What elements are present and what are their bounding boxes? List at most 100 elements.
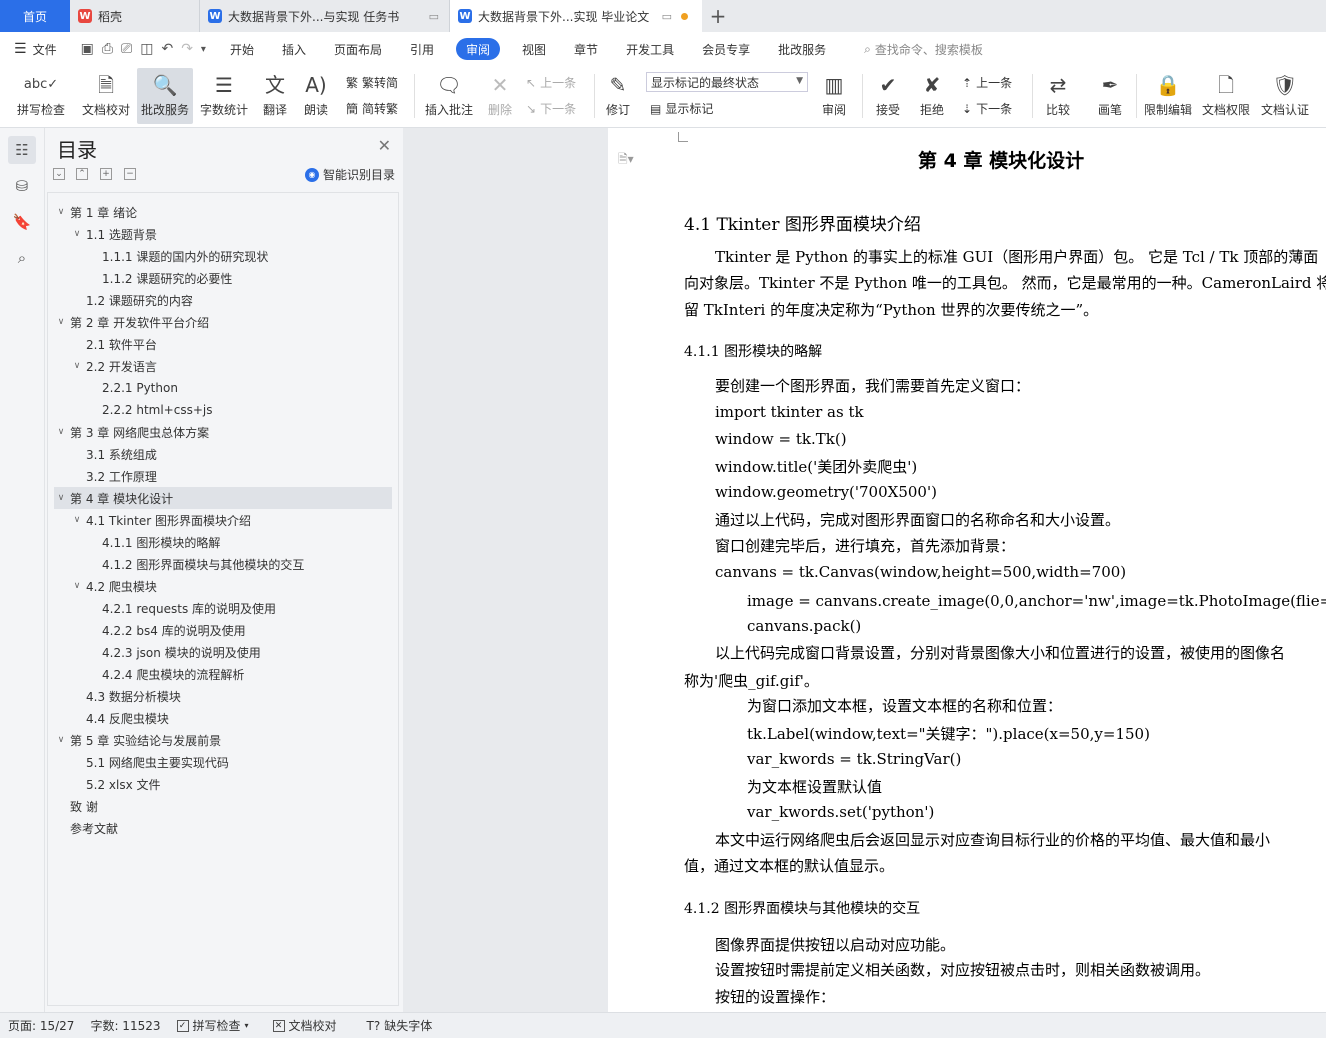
doc-options-icon[interactable]: 🗎▾ bbox=[618, 150, 634, 171]
smart-toc-button[interactable]: ◉ 智能识别目录 bbox=[304, 166, 395, 183]
remove-level-icon[interactable]: − bbox=[124, 168, 136, 180]
toc-item[interactable]: 1.2 课题研究的内容 bbox=[54, 289, 392, 311]
add-level-icon[interactable]: + bbox=[100, 168, 112, 180]
toc-item[interactable]: ∨ 4.2 爬虫模块 bbox=[54, 575, 392, 597]
export-pdf-icon[interactable]: ⎙ bbox=[102, 41, 113, 57]
chevron-down-icon[interactable]: ∨ bbox=[70, 515, 84, 525]
toc-item[interactable]: 参考文献 bbox=[54, 817, 392, 839]
toc-item[interactable]: 3.1 系统组成 bbox=[54, 443, 392, 465]
toc-item[interactable]: 致 谢 bbox=[54, 795, 392, 817]
more-icon[interactable]: ▾ bbox=[201, 44, 206, 55]
toc-item[interactable]: 1.1.2 课题研究的必要性 bbox=[54, 267, 392, 289]
toc-item[interactable]: 3.2 工作原理 bbox=[54, 465, 392, 487]
toc-item[interactable]: 4.2.3 json 模块的说明及使用 bbox=[54, 641, 392, 663]
redo-icon[interactable]: ↷ bbox=[181, 41, 193, 57]
toc-item[interactable]: 4.1.2 图形界面模块与其他模块的交互 bbox=[54, 553, 392, 575]
prev-comment-button[interactable]: ↖ 上一条 bbox=[526, 74, 576, 91]
proofread-button[interactable]: 🗎 文档校对 bbox=[78, 68, 134, 124]
toc-item[interactable]: ∨ 第 5 章 实验结论与发展前景 bbox=[54, 729, 392, 751]
menu-references[interactable]: 引用 bbox=[396, 32, 448, 66]
correction-service-button[interactable]: 🔍 批改服务 bbox=[137, 68, 193, 124]
delete-comment-button[interactable]: ✕ 删除 bbox=[480, 68, 520, 124]
reject-button[interactable]: ✘ 拒绝 bbox=[912, 68, 952, 124]
show-markup-button[interactable]: ▤ 显示标记 bbox=[650, 100, 713, 117]
expand-all-icon[interactable]: ⌄ bbox=[53, 168, 65, 180]
insert-comment-button[interactable]: 🗨 插入批注 bbox=[420, 68, 478, 124]
status-proofread[interactable]: ✕ 文档校对 bbox=[265, 1017, 345, 1034]
simp-to-trad-button[interactable]: 簡简转繁 bbox=[346, 100, 398, 117]
chevron-down-icon[interactable]: ∨ bbox=[70, 581, 84, 591]
command-search[interactable]: ⌕ 查找命令、搜索模板 bbox=[850, 32, 997, 66]
new-tab-button[interactable]: + bbox=[702, 0, 734, 32]
compare-button[interactable]: ⇄ 比较 bbox=[1038, 68, 1078, 124]
chevron-down-icon[interactable]: ∨ bbox=[54, 493, 68, 503]
toc-item[interactable]: 4.1.1 图形模块的略解 bbox=[54, 531, 392, 553]
pen-button[interactable]: ✒ 画笔 bbox=[1090, 68, 1130, 124]
menu-insert[interactable]: 插入 bbox=[268, 32, 320, 66]
collapse-all-icon[interactable]: ⌃ bbox=[76, 168, 88, 180]
doc-permission-button[interactable]: 🗋 文档权限 bbox=[1198, 68, 1254, 124]
bookmark-icon[interactable]: 🔖 bbox=[8, 208, 36, 236]
chevron-down-icon[interactable]: ∨ bbox=[70, 361, 84, 371]
toc-item[interactable]: 4.2.2 bs4 库的说明及使用 bbox=[54, 619, 392, 641]
tab-home[interactable]: 首页 bbox=[0, 0, 70, 32]
tab-thesis-document[interactable]: W 大数据背景下外...实现 毕业论文 ▭ bbox=[450, 0, 702, 32]
next-comment-button[interactable]: ↘ 下一条 bbox=[526, 100, 576, 117]
toc-item[interactable]: ∨ 4.1 Tkinter 图形界面模块介绍 bbox=[54, 509, 392, 531]
menu-chapter[interactable]: 章节 bbox=[560, 32, 612, 66]
toc-item[interactable]: ∨ 第 1 章 绪论 bbox=[54, 201, 392, 223]
toc-item[interactable]: ∨ 第 2 章 开发软件平台介绍 bbox=[54, 311, 392, 333]
toc-item[interactable]: 4.2.4 爬虫模块的流程解析 bbox=[54, 663, 392, 685]
toc-item[interactable]: ∨ 第 4 章 模块化设计 bbox=[54, 487, 392, 509]
toc-item[interactable]: 5.1 网络爬虫主要实现代码 bbox=[54, 751, 392, 773]
toc-item[interactable]: ∨ 2.2 开发语言 bbox=[54, 355, 392, 377]
markup-mode-select[interactable]: 显示标记的最终状态 ▼ bbox=[646, 72, 808, 92]
toc-item[interactable]: 2.2.1 Python bbox=[54, 377, 392, 399]
menu-layout[interactable]: 页面布局 bbox=[320, 32, 396, 66]
menu-start[interactable]: 开始 bbox=[216, 32, 268, 66]
menu-correction-service[interactable]: 批改服务 bbox=[764, 32, 840, 66]
spell-check-button[interactable]: abc✓ 拼写检查 bbox=[10, 68, 72, 124]
menu-member[interactable]: 会员专享 bbox=[688, 32, 764, 66]
review-pane-button[interactable]: ▥ 审阅 bbox=[814, 68, 854, 124]
toc-item[interactable]: 4.4 反爬虫模块 bbox=[54, 707, 392, 729]
menu-view[interactable]: 视图 bbox=[508, 32, 560, 66]
track-changes-button[interactable]: ✎ 修订 bbox=[598, 68, 638, 124]
chevron-down-icon[interactable]: ∨ bbox=[54, 207, 68, 217]
word-count-button[interactable]: ☰ 字数统计 bbox=[196, 68, 252, 124]
chapter-nav-icon[interactable]: ⛁ bbox=[8, 172, 36, 200]
status-missing-font[interactable]: T? 缺失字体 bbox=[359, 1017, 441, 1034]
chevron-down-icon[interactable]: ∨ bbox=[54, 427, 68, 437]
toc-item[interactable]: 2.1 软件平台 bbox=[54, 333, 392, 355]
file-menu[interactable]: ☰ 文件 bbox=[0, 32, 71, 66]
toc-panel-icon[interactable]: ☷ bbox=[8, 136, 36, 164]
menu-developer[interactable]: 开发工具 bbox=[612, 32, 688, 66]
tab-task-document[interactable]: W 大数据背景下外...与实现 任务书 ▭ bbox=[200, 0, 450, 32]
chevron-down-icon[interactable]: ∨ bbox=[70, 229, 84, 239]
toc-item[interactable]: 1.1.1 课题的国内外的研究现状 bbox=[54, 245, 392, 267]
document-page[interactable]: 🗎▾ 第 4 章 模块化设计 4.1 Tkinter 图形界面模块介绍 Tkint… bbox=[608, 128, 1326, 1012]
search-icon[interactable]: ⌕ bbox=[8, 244, 36, 272]
chevron-down-icon[interactable]: ∨ bbox=[54, 317, 68, 327]
trad-to-simp-button[interactable]: 繁繁转简 bbox=[346, 74, 398, 91]
word-count-indicator[interactable]: 字数: 11523 bbox=[82, 1017, 168, 1034]
print-icon[interactable]: ⎚ bbox=[121, 41, 132, 57]
menu-review[interactable]: 审阅 bbox=[456, 38, 501, 60]
read-aloud-button[interactable]: A) 朗读 bbox=[298, 68, 334, 124]
restrict-edit-button[interactable]: 🔒 限制编辑 bbox=[1140, 68, 1196, 124]
undo-icon[interactable]: ↶ bbox=[161, 41, 173, 57]
next-change-button[interactable]: ⇣ 下一条 bbox=[962, 100, 1012, 117]
translate-button[interactable]: 文翻译 bbox=[255, 68, 295, 124]
toc-item[interactable]: 5.2 xlsx 文件 bbox=[54, 773, 392, 795]
doc-cert-button[interactable]: 🛡 文档认证 bbox=[1256, 68, 1314, 124]
toc-item[interactable]: ∨ 1.1 选题背景 bbox=[54, 223, 392, 245]
toc-item[interactable]: ∨ 第 3 章 网络爬虫总体方案 bbox=[54, 421, 392, 443]
accept-button[interactable]: ✔ 接受 bbox=[868, 68, 908, 124]
toc-item[interactable]: 2.2.2 html+css+js bbox=[54, 399, 392, 421]
chevron-down-icon[interactable]: ∨ bbox=[54, 735, 68, 745]
status-spell-check[interactable]: ✓ 拼写检查 ▾ bbox=[169, 1017, 257, 1034]
toc-item[interactable]: 4.2.1 requests 库的说明及使用 bbox=[54, 597, 392, 619]
toc-item[interactable]: 4.3 数据分析模块 bbox=[54, 685, 392, 707]
print-preview-icon[interactable]: ◫ bbox=[140, 41, 153, 57]
close-icon[interactable]: ✕ bbox=[378, 136, 391, 155]
